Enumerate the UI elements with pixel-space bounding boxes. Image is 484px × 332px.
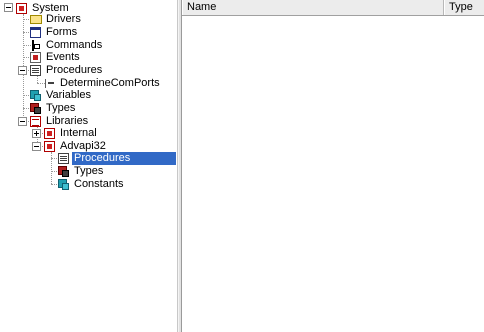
internal-expand-toggle[interactable] (32, 129, 41, 138)
system-icon (16, 3, 27, 14)
variables-icon (30, 90, 41, 101)
types-icon (30, 103, 41, 114)
tree-line (37, 76, 38, 83)
tree-item-label: Procedures (72, 152, 176, 165)
procedures-collapse-toggle[interactable] (18, 66, 27, 75)
folder-icon (30, 15, 42, 24)
tree-view[interactable]: System Drivers Forms Commands Events Pro… (0, 0, 178, 332)
constants-icon (58, 179, 69, 190)
list-header: Name Type (182, 0, 484, 16)
types-icon (58, 166, 69, 177)
event-icon (30, 52, 41, 63)
library-icon (44, 141, 55, 152)
library-icon (44, 128, 55, 139)
advapi32-collapse-toggle[interactable] (32, 142, 41, 151)
column-header-type[interactable]: Type (444, 0, 484, 15)
tree-item-label: Events (46, 51, 80, 63)
form-icon (30, 27, 41, 38)
libraries-collapse-toggle[interactable] (18, 117, 27, 126)
tree-item-label: Types (74, 165, 104, 177)
command-icon (30, 40, 41, 51)
column-header-name[interactable]: Name (182, 0, 444, 15)
libraries-icon (30, 116, 41, 127)
tree-item-label: Constants (74, 178, 124, 190)
tree-line (51, 152, 52, 184)
procedures-icon (30, 65, 41, 76)
detail-list[interactable]: Name Type (182, 0, 484, 332)
procedures-icon (58, 153, 69, 164)
function-icon (44, 78, 55, 89)
tree-item-label: Drivers (46, 13, 81, 25)
tree-item-label: Procedures (46, 64, 103, 76)
tree-item-label: Forms (46, 26, 78, 38)
tree-item-label: Variables (46, 89, 92, 101)
tree-item-label: Types (46, 102, 76, 114)
tree-item-label: Internal (60, 127, 97, 139)
system-collapse-toggle[interactable] (4, 3, 13, 12)
